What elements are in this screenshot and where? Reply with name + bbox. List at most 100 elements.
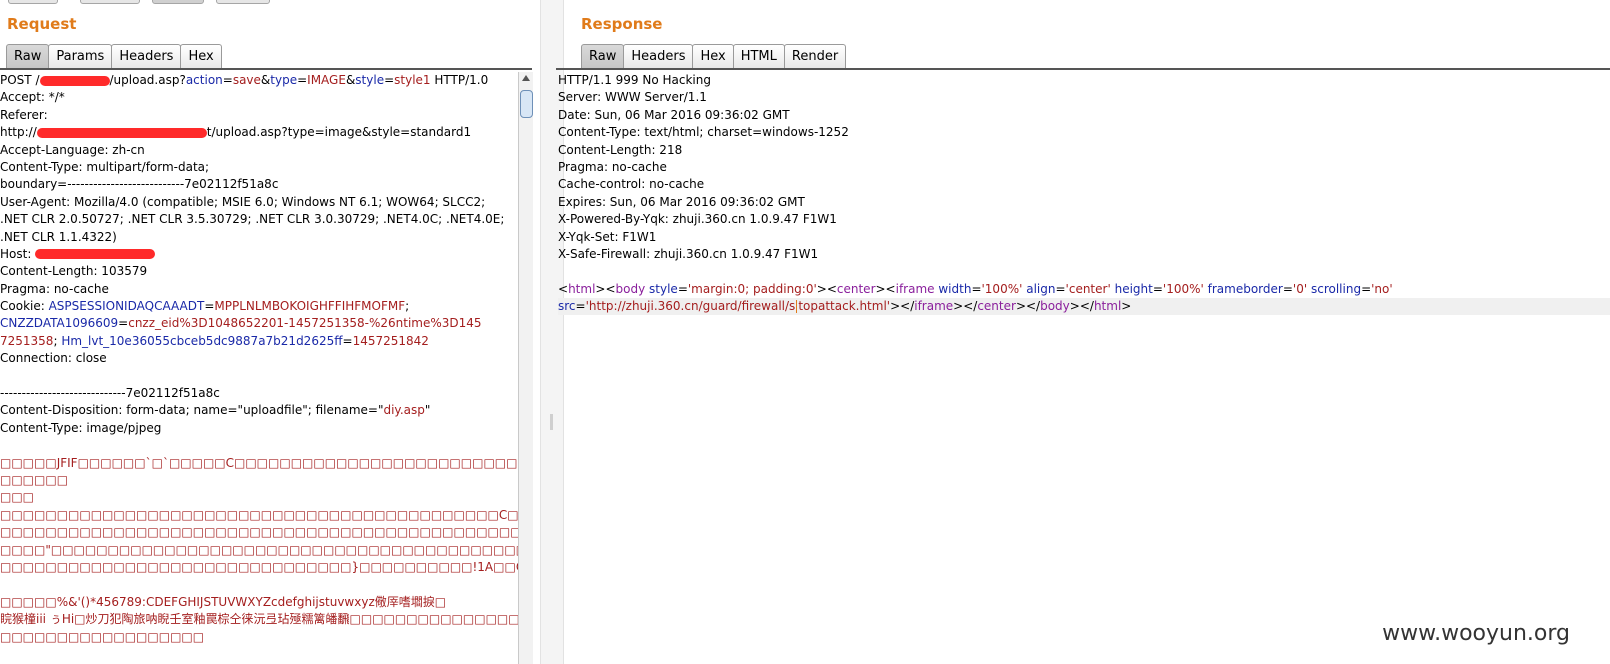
response-panel: Response Raw Headers Hex HTML Render HTT…	[556, 0, 1610, 664]
tab-hex[interactable]: Hex	[692, 44, 734, 68]
markup-punct: ><	[595, 281, 616, 296]
request-line: .NET CLR 2.0.50727; .NET CLR 3.5.30729; …	[0, 212, 505, 227]
html-attr-value: '100%'	[981, 281, 1023, 296]
request-text: t/upload.asp?type=image&style=standard1	[206, 125, 472, 140]
redaction-mark	[35, 249, 156, 260]
cookie-name: ASPSESSIONIDAQCAAADT	[48, 299, 205, 314]
html-tag: html	[1093, 299, 1122, 314]
request-text: =	[342, 333, 353, 348]
param-name: action	[185, 73, 223, 87]
request-line: 7251358; Hm_lvt_10e36055cbceb5dc9887a7b2…	[0, 333, 518, 350]
binary-line: □□□□"□□□□□□□□□□□□□□□□□□□□□□□□□□□□□□□□□□□…	[0, 542, 518, 557]
binary-line: □□□□□□□□□□□□□□□□□□□□□□□□□□□□□□□□□□□□□□□□…	[0, 525, 518, 540]
markup-punct: =	[575, 299, 586, 314]
param-value: IMAGE	[307, 73, 346, 87]
request-title: Request	[7, 15, 77, 33]
request-text: POST /	[0, 73, 40, 87]
response-line: X-Safe-Firewall: zhuji.360.cn 1.0.9.47 F…	[558, 246, 819, 261]
request-text: &	[260, 73, 271, 87]
cookie-name: CNZZDATA1096609	[0, 316, 119, 331]
response-line: X-Yqk-Set: F1W1	[558, 229, 657, 244]
request-text: =	[222, 73, 233, 87]
request-tabs: Raw Params Headers Hex	[6, 44, 222, 69]
tab-html[interactable]: HTML	[732, 44, 785, 68]
request-line: Content-Type: image/pjpeg	[0, 420, 162, 435]
markup-punct: =	[1361, 281, 1372, 296]
markup-punct: =	[1282, 281, 1293, 296]
html-attr: style	[649, 281, 678, 296]
cookie-name: Hm_lvt_10e36055cbceb5dc9887a7b21d2625ff	[61, 333, 343, 348]
tab-headers[interactable]: Headers	[623, 44, 694, 68]
markup-punct: ></	[953, 299, 978, 314]
response-tabs: Raw Headers Hex HTML Render	[581, 44, 847, 69]
binary-line: □□□□□%&'()*456789:CDEFGHIJSTUVWXYZcdefgh…	[0, 594, 447, 609]
request-line: Accept-Language: zh-cn	[0, 142, 145, 157]
filename-value: diy.asp	[383, 403, 425, 418]
request-text: "	[424, 403, 431, 418]
request-editor[interactable]: POST //upload.asp?action=save&type=IMAGE…	[0, 72, 518, 664]
response-line: X-Powered-By-Yqk: zhuji.360.cn 1.0.9.47 …	[558, 212, 837, 227]
scroll-up-icon[interactable]	[522, 75, 530, 81]
html-tag: html	[568, 281, 596, 296]
response-line: Cache-control: no-cache	[558, 177, 705, 192]
html-attr-value: '100%'	[1162, 281, 1204, 296]
html-attr-value: 'http://zhuji.360.cn/guard/firewall/s	[585, 299, 796, 314]
cookie-value: cnzz_eid%3D1048652201-1457251358-%26ntim…	[128, 316, 482, 331]
request-text: Host:	[0, 246, 36, 261]
request-line: CNZZDATA1096609=cnzz_eid%3D1048652201-14…	[0, 315, 518, 332]
tab-hex[interactable]: Hex	[180, 44, 222, 68]
request-line: Accept: */*	[0, 90, 65, 105]
tab-render[interactable]: Render	[783, 44, 847, 68]
html-tag: center	[836, 281, 876, 296]
request-line	[0, 368, 518, 385]
markup-punct: ><	[875, 281, 896, 296]
markup-punct: >	[1121, 299, 1132, 314]
markup-punct: =	[1152, 281, 1163, 296]
request-text: HTTP/1.0	[430, 73, 489, 87]
request-line: Content-Type: multipart/form-data;	[0, 159, 210, 174]
request-line: Pragma: no-cache	[0, 281, 109, 296]
tab-raw[interactable]: Raw	[6, 44, 50, 68]
tab-raw[interactable]: Raw	[581, 44, 625, 68]
request-line: http:// t/upload.asp?type=image&style=sta…	[0, 124, 518, 141]
request-line: Host:	[0, 246, 518, 263]
request-line: Connection: close	[0, 351, 107, 366]
divider-grip-icon[interactable]	[550, 414, 553, 430]
binary-line: □□□□□□□□□□□□□□□□□□□□□□□□□□□□□□□}□□□□□□□□…	[0, 559, 518, 574]
markup-punct: ></	[890, 299, 915, 314]
html-tag: iframe	[895, 281, 935, 296]
binary-line: □□□□□□	[0, 472, 69, 487]
binary-line: 睆猴橦iii ぅHi□炒刀犯陶旅呐睨壬室釉罠棕仝徕沅弖玷殛糯篱皤飜□□□□□□□…	[0, 612, 518, 627]
html-attr: height	[1114, 281, 1153, 296]
html-attr-value: topattack.html'	[798, 299, 891, 314]
request-line: Content-Disposition: form-data; name="up…	[0, 402, 518, 419]
request-text: Cookie:	[0, 299, 49, 314]
request-text: Content-Disposition: form-data; name="up…	[0, 403, 384, 418]
param-name: style	[355, 73, 385, 87]
binary-line: □□□□□□□□□□□□□□□□□□□□□□□□□□□□□□□□□□□□□□□□…	[0, 507, 518, 522]
response-line: Content-Length: 218	[558, 142, 683, 157]
html-attr: align	[1026, 281, 1056, 296]
watermark: www.wooyun.org	[1382, 621, 1570, 646]
request-line	[0, 437, 518, 454]
request-line: POST //upload.asp?action=save&type=IMAGE…	[0, 72, 518, 89]
param-name: type	[270, 73, 298, 87]
html-tag: body	[615, 281, 646, 296]
tab-params[interactable]: Params	[48, 44, 113, 68]
request-line: Referer:	[0, 107, 48, 122]
request-scrollbar[interactable]	[518, 72, 533, 664]
response-editor[interactable]: HTTP/1.1 999 No Hacking Server: WWW Serv…	[558, 72, 1610, 664]
scroll-thumb[interactable]	[520, 90, 533, 118]
response-line: Server: WWW Server/1.1	[558, 90, 707, 105]
response-line: Date: Sun, 06 Mar 2016 09:36:02 GMT	[558, 107, 790, 122]
binary-line: □□□	[0, 490, 35, 505]
markup-punct: =	[1055, 281, 1066, 296]
request-text: =	[297, 73, 308, 87]
html-attr: width	[938, 281, 972, 296]
tab-headers[interactable]: Headers	[111, 44, 182, 68]
html-attr: frameborder	[1207, 281, 1283, 296]
redaction-mark	[36, 127, 207, 138]
response-line: Content-Type: text/html; charset=windows…	[558, 125, 849, 140]
markup-punct: =	[971, 281, 982, 296]
html-attr: src	[558, 299, 576, 314]
